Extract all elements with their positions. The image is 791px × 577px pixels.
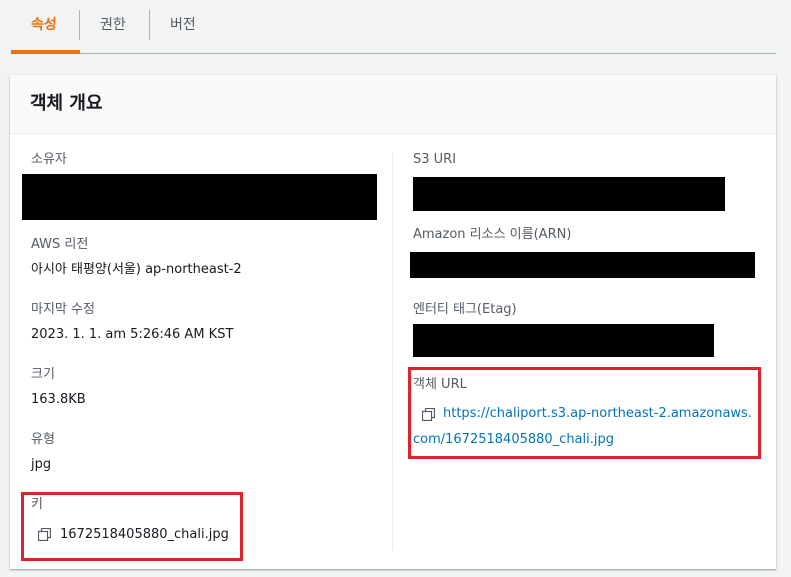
last-modified-value: 2023. 1. 1. am 5:26:46 AM KST (31, 327, 234, 342)
owner-redacted (22, 174, 377, 220)
tab-divider (79, 10, 80, 40)
owner-label: 소유자 (31, 152, 67, 167)
arn-redacted (410, 252, 755, 278)
etag-redacted (413, 324, 714, 357)
region-label: AWS 리전 (31, 237, 89, 252)
panel-title: 객체 개요 (30, 93, 103, 114)
tab-bar: 속성 권한 버전 (10, 0, 776, 54)
size-value: 163.8KB (31, 392, 86, 407)
tab-versions[interactable]: 버전 (170, 10, 196, 40)
key-highlight-box (21, 492, 243, 561)
active-tab-indicator (11, 50, 80, 54)
url-highlight-box (408, 367, 761, 459)
object-overview-panel: 객체 개요 소유자 AWS 리전 아시아 태평양(서울) ap-northeas… (10, 75, 776, 569)
s3-uri-redacted (413, 177, 725, 211)
s3-uri-label: S3 URI (413, 152, 457, 167)
last-modified-label: 마지막 수정 (31, 302, 95, 317)
size-label: 크기 (31, 367, 55, 382)
column-divider (392, 153, 393, 550)
tab-divider (149, 10, 150, 40)
region-value: 아시아 태평양(서울) ap-northeast-2 (31, 262, 242, 277)
arn-label: Amazon 리소스 이름(ARN) (413, 227, 572, 242)
tab-permissions[interactable]: 권한 (100, 10, 126, 40)
etag-label: 엔터티 태그(Etag) (413, 302, 517, 317)
tab-properties[interactable]: 속성 (31, 10, 57, 40)
panel-header: 객체 개요 (10, 75, 776, 134)
type-label: 유형 (31, 432, 55, 447)
type-value: jpg (31, 457, 52, 472)
